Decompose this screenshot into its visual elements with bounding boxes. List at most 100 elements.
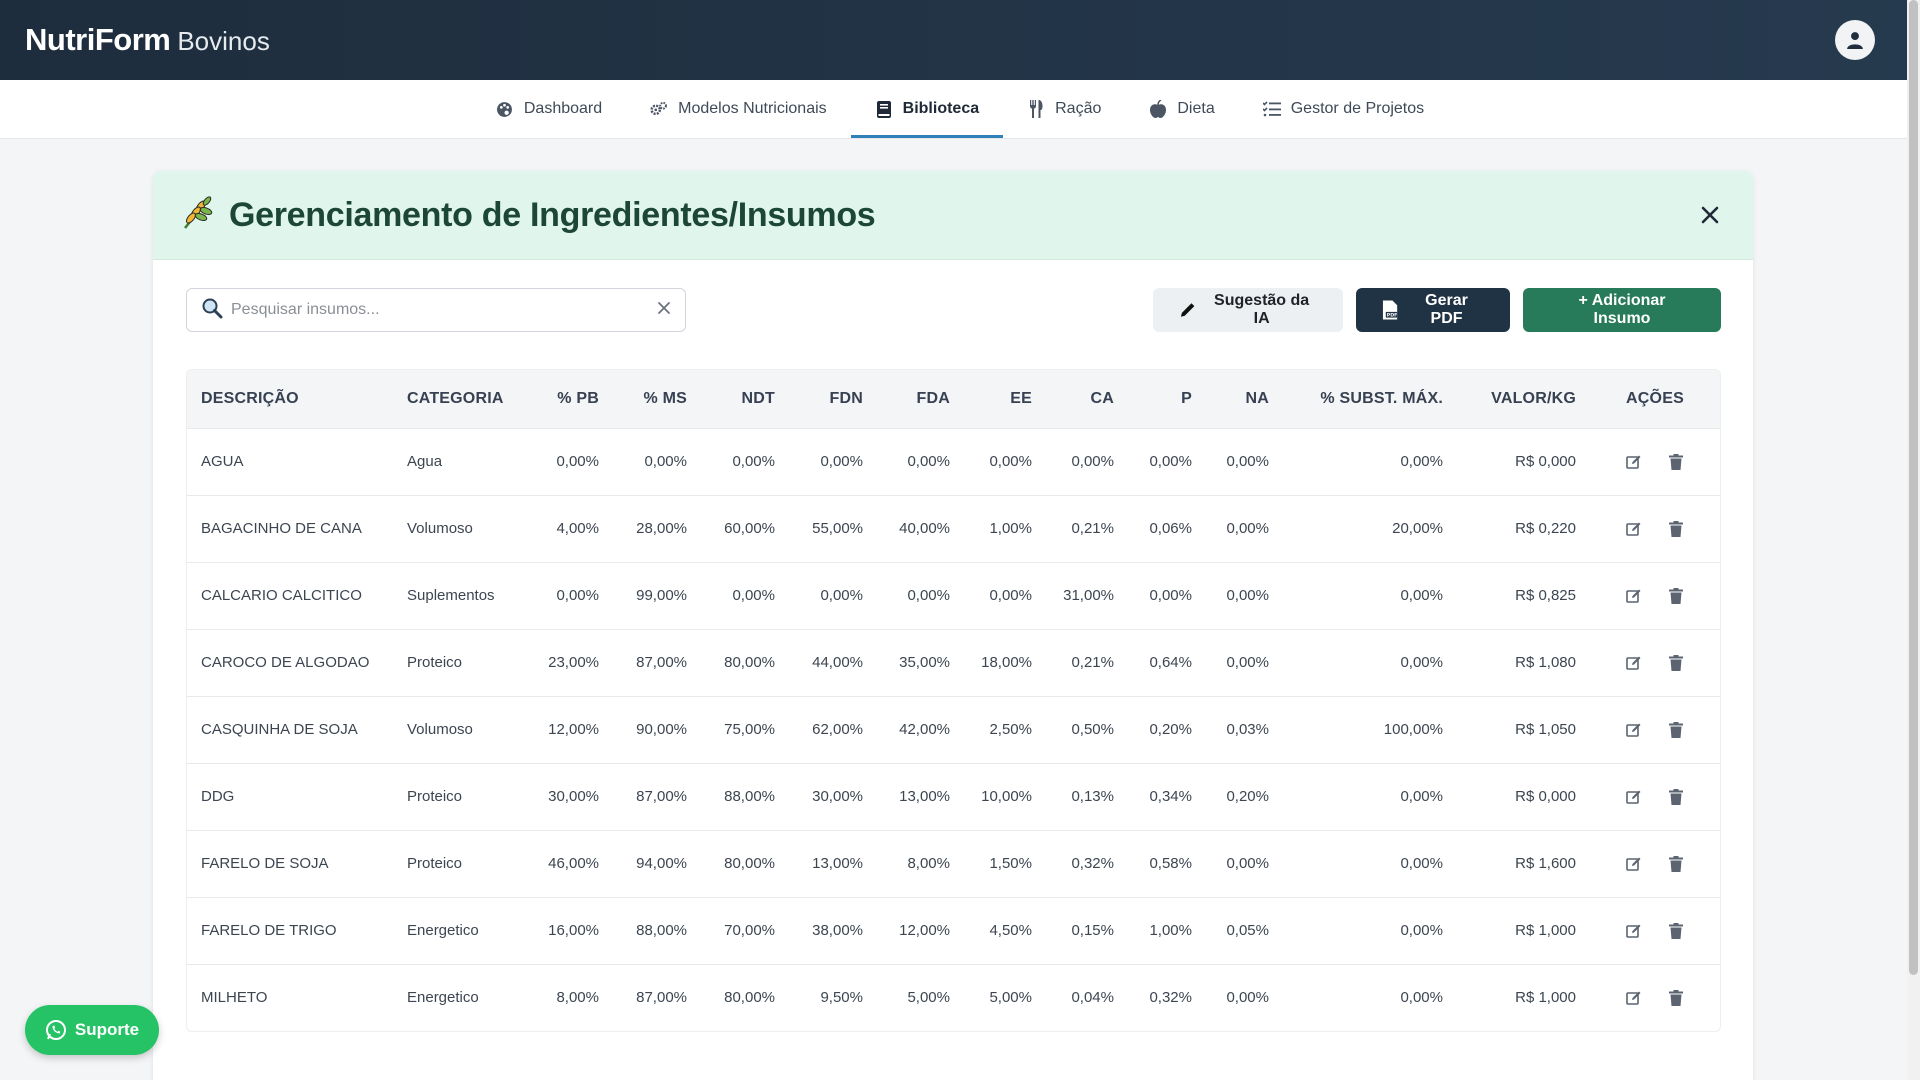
- nav-gestor-projetos[interactable]: Gestor de Projetos: [1239, 80, 1448, 138]
- edit-button[interactable]: [1621, 985, 1647, 1011]
- brand-logo[interactable]: NutriForm Bovinos: [25, 22, 270, 58]
- cell-actions: [1590, 428, 1720, 495]
- generate-pdf-button[interactable]: PDF Gerar PDF: [1356, 288, 1510, 332]
- cell-na: 0,00%: [1226, 453, 1269, 470]
- close-panel-button[interactable]: [1695, 200, 1725, 230]
- ai-suggestion-button[interactable]: Sugestão da IA: [1153, 288, 1343, 332]
- delete-button[interactable]: [1663, 583, 1689, 609]
- table-row: FARELO DE TRIGO Energetico 16,00% 88,00% 70,…: [187, 897, 1720, 964]
- cell-ms: 87,00%: [636, 654, 687, 671]
- page-scrollbar[interactable]: [1907, 0, 1920, 1080]
- clear-search-button[interactable]: [657, 301, 671, 320]
- trash-icon: [1669, 654, 1683, 671]
- cell-valor-kg: R$ 0,000: [1515, 788, 1576, 805]
- col-fda[interactable]: FDA: [877, 370, 964, 428]
- user-avatar-button[interactable]: [1835, 20, 1875, 60]
- nav-dashboard[interactable]: Dashboard: [472, 80, 626, 138]
- ingredients-table: DESCRIÇÃO CATEGORIA % PB % MS NDT FDN FD…: [187, 370, 1720, 1031]
- cell-descricao: CALCARIO CALCITICO: [201, 587, 362, 604]
- svg-text:PDF: PDF: [1387, 313, 1398, 319]
- cell-descricao: FARELO DE SOJA: [201, 855, 329, 872]
- cell-actions: [1590, 830, 1720, 897]
- col-ca[interactable]: CA: [1046, 370, 1128, 428]
- trash-icon: [1669, 788, 1683, 805]
- cell-fda: 0,00%: [907, 587, 950, 604]
- cell-actions: [1590, 696, 1720, 763]
- cell-descricao: DDG: [201, 788, 235, 805]
- col-categoria[interactable]: CATEGORIA: [393, 370, 528, 428]
- cell-fdn: 38,00%: [812, 922, 863, 939]
- cell-p: 0,64%: [1149, 654, 1192, 671]
- trash-icon: [1669, 453, 1683, 470]
- edit-button[interactable]: [1621, 650, 1647, 676]
- support-whatsapp-button[interactable]: Suporte: [25, 1005, 159, 1055]
- col-p[interactable]: P: [1128, 370, 1206, 428]
- edit-button[interactable]: [1621, 918, 1647, 944]
- delete-button[interactable]: [1663, 985, 1689, 1011]
- cell-ee: 1,50%: [989, 855, 1032, 872]
- col-ee[interactable]: EE: [964, 370, 1046, 428]
- col-fdn[interactable]: FDN: [789, 370, 877, 428]
- delete-button[interactable]: [1663, 717, 1689, 743]
- nav-dieta-label: Dieta: [1177, 100, 1215, 117]
- col-ndt[interactable]: NDT: [701, 370, 789, 428]
- cell-subst-max: 100,00%: [1383, 721, 1443, 738]
- cell-p: 0,00%: [1149, 587, 1192, 604]
- nav-racao[interactable]: Ração: [1003, 80, 1125, 138]
- cell-ca: 0,21%: [1071, 654, 1114, 671]
- table-row: CAROCO DE ALGODAO Proteico 23,00% 87,00% 80,…: [187, 629, 1720, 696]
- delete-button[interactable]: [1663, 516, 1689, 542]
- edit-button[interactable]: [1621, 516, 1647, 542]
- cell-pb: 16,00%: [548, 922, 599, 939]
- cell-ms: 90,00%: [636, 721, 687, 738]
- delete-button[interactable]: [1663, 449, 1689, 475]
- nav-biblioteca[interactable]: Biblioteca: [850, 80, 1004, 138]
- trash-icon: [1669, 721, 1683, 738]
- cell-valor-kg: R$ 1,000: [1515, 922, 1576, 939]
- cell-ndt: 75,00%: [724, 721, 775, 738]
- delete-button[interactable]: [1663, 784, 1689, 810]
- cell-pb: 0,00%: [556, 453, 599, 470]
- ingredients-table-body: AGUA Agua 0,00% 0,00% 0,00% 0,00% 0,00% 0,00% 0,…: [187, 428, 1720, 1031]
- cell-ms: 28,00%: [636, 520, 687, 537]
- cell-categoria: Energetico: [407, 989, 479, 1007]
- cell-ee: 10,00%: [981, 788, 1032, 805]
- nav-dieta[interactable]: Dieta: [1125, 80, 1238, 138]
- col-ms[interactable]: % MS: [613, 370, 701, 428]
- cell-pb: 46,00%: [548, 855, 599, 872]
- delete-button[interactable]: [1663, 650, 1689, 676]
- col-subst-max[interactable]: % SUBST. MÁX.: [1283, 370, 1457, 428]
- col-descricao[interactable]: DESCRIÇÃO: [187, 370, 393, 428]
- cell-ms: 0,00%: [644, 453, 687, 470]
- edit-button[interactable]: [1621, 717, 1647, 743]
- cell-subst-max: 0,00%: [1400, 922, 1443, 939]
- delete-button[interactable]: [1663, 851, 1689, 877]
- cell-actions: [1590, 964, 1720, 1031]
- scrollbar-thumb[interactable]: [1909, 0, 1918, 975]
- edit-button[interactable]: [1621, 851, 1647, 877]
- cell-pb: 8,00%: [556, 989, 599, 1007]
- cell-subst-max: 20,00%: [1392, 520, 1443, 537]
- nav-modelos-nutricionais[interactable]: Modelos Nutricionais: [626, 80, 851, 138]
- col-valor-kg[interactable]: VALOR/KG: [1457, 370, 1590, 428]
- edit-button[interactable]: [1621, 583, 1647, 609]
- search-input[interactable]: [231, 301, 649, 319]
- pdf-file-icon: PDF: [1382, 300, 1398, 320]
- cell-ee: 2,50%: [989, 721, 1032, 738]
- add-ingredient-button[interactable]: + Adicionar Insumo: [1523, 288, 1721, 332]
- trash-icon: [1669, 520, 1683, 537]
- cell-actions: [1590, 763, 1720, 830]
- trash-icon: [1669, 922, 1683, 939]
- whatsapp-icon: [45, 1020, 66, 1040]
- edit-button[interactable]: [1621, 449, 1647, 475]
- cell-ndt: 88,00%: [724, 788, 775, 805]
- cell-subst-max: 0,00%: [1400, 654, 1443, 671]
- cell-categoria: Proteico: [407, 788, 463, 805]
- cell-ms: 94,00%: [636, 855, 687, 872]
- edit-button[interactable]: [1621, 784, 1647, 810]
- col-pb[interactable]: % PB: [528, 370, 613, 428]
- col-na[interactable]: NA: [1206, 370, 1283, 428]
- cell-categoria: Proteico: [407, 855, 463, 872]
- nav-gestor-label: Gestor de Projetos: [1290, 100, 1425, 117]
- delete-button[interactable]: [1663, 918, 1689, 944]
